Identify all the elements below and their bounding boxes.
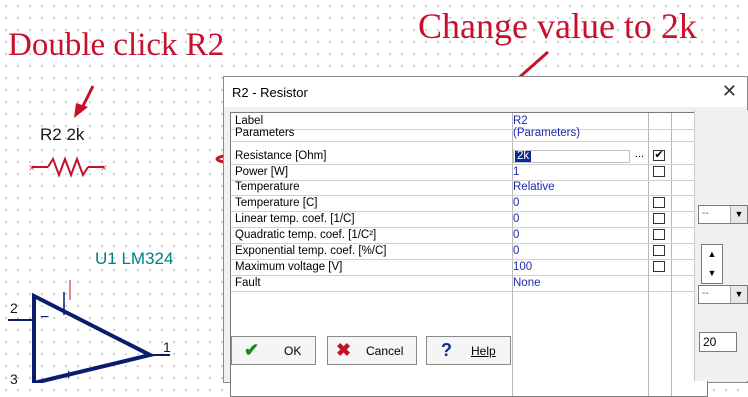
- property-row[interactable]: Maximum voltage [V] 100: [231, 261, 707, 274]
- property-row[interactable]: Fault None: [231, 277, 707, 290]
- property-name: Temperature [C]: [235, 197, 318, 209]
- title-bar[interactable]: R2 - Resistor ✕: [224, 77, 747, 107]
- property-value[interactable]: 0: [513, 197, 519, 210]
- property-name: Exponential temp. coef. [%/C]: [235, 245, 387, 257]
- resistor-symbol[interactable]: × ×: [29, 156, 107, 178]
- property-value[interactable]: None: [513, 277, 541, 290]
- property-name: Linear temp. coef. [1/C]: [235, 213, 355, 225]
- property-value[interactable]: 0: [513, 213, 519, 226]
- spin-control[interactable]: ▲ ▼: [701, 244, 723, 284]
- checkbox[interactable]: [653, 197, 665, 208]
- cancel-button[interactable]: ✖ Cancel: [327, 336, 417, 365]
- combo-2[interactable]: -- ▼: [698, 285, 748, 304]
- pin-2-label: 2: [10, 300, 18, 316]
- property-value[interactable]: 0: [513, 245, 519, 258]
- checkbox[interactable]: [653, 229, 665, 240]
- check-icon: ✔: [244, 340, 260, 360]
- help-button[interactable]: ? Help: [426, 336, 511, 365]
- cancel-x-icon: ✖: [336, 340, 352, 360]
- property-value[interactable]: 100: [513, 261, 532, 274]
- property-row[interactable]: Resistance [Ohm] 2k... ✔: [231, 149, 707, 163]
- opamp-plus: +: [64, 367, 74, 384]
- property-value[interactable]: 1: [513, 166, 519, 179]
- close-icon[interactable]: ✕: [722, 81, 737, 102]
- pin-3-label: 3: [10, 371, 18, 387]
- checkbox[interactable]: [653, 213, 665, 224]
- checkbox[interactable]: [653, 166, 665, 177]
- checkbox[interactable]: ✔: [653, 150, 665, 161]
- ok-button[interactable]: ✔ OK: [231, 336, 316, 365]
- property-value[interactable]: (Parameters): [513, 127, 580, 140]
- edit-button[interactable]: ...: [633, 149, 646, 163]
- property-row[interactable]: Power [W] 1: [231, 166, 707, 179]
- svg-text:×: ×: [101, 163, 107, 174]
- checkbox[interactable]: [653, 245, 665, 256]
- property-value[interactable]: 0: [513, 229, 519, 242]
- chevron-down-icon[interactable]: ▼: [730, 206, 747, 223]
- opamp-symbol[interactable]: [8, 280, 170, 383]
- property-name: Parameters: [235, 127, 295, 139]
- help-icon: ?: [441, 340, 452, 360]
- arrow-left: [74, 85, 95, 118]
- property-value[interactable]: Relative: [513, 181, 555, 194]
- spin-up-icon[interactable]: ▲: [702, 245, 722, 264]
- button-bar: ✔ OK ✖ Cancel ? Help: [224, 330, 748, 384]
- property-name: Maximum voltage [V]: [235, 261, 343, 273]
- property-row[interactable]: Parameters (Parameters): [231, 127, 707, 140]
- resistance-input[interactable]: 2k: [513, 150, 630, 163]
- property-name: Quadratic temp. coef. [1/C²]: [235, 229, 377, 241]
- property-row[interactable]: Temperature [C] 0: [231, 197, 707, 210]
- resistor-dialog: R2 - Resistor ✕ Label R2 Parameters (Parame…: [223, 76, 748, 397]
- svg-text:×: ×: [29, 163, 35, 174]
- property-name: Resistance [Ohm]: [235, 150, 327, 162]
- opamp-minus: −: [40, 309, 50, 326]
- property-name: Temperature: [235, 181, 300, 193]
- property-row[interactable]: Temperature Relative: [231, 181, 707, 194]
- property-name: Power [W]: [235, 166, 289, 178]
- dialog-title: R2 - Resistor: [232, 85, 308, 100]
- combo-1[interactable]: -- ▼: [698, 205, 748, 224]
- property-row[interactable]: Quadratic temp. coef. [1/C²] 0: [231, 229, 707, 242]
- spin-down-icon[interactable]: ▼: [702, 264, 722, 283]
- property-row[interactable]: Exponential temp. coef. [%/C] 0: [231, 245, 707, 258]
- property-row[interactable]: Linear temp. coef. [1/C] 0: [231, 213, 707, 226]
- property-name: Fault: [235, 277, 261, 289]
- pin-1-label: 1: [163, 339, 171, 355]
- checkbox[interactable]: [653, 261, 665, 272]
- chevron-down-icon[interactable]: ▼: [730, 286, 747, 303]
